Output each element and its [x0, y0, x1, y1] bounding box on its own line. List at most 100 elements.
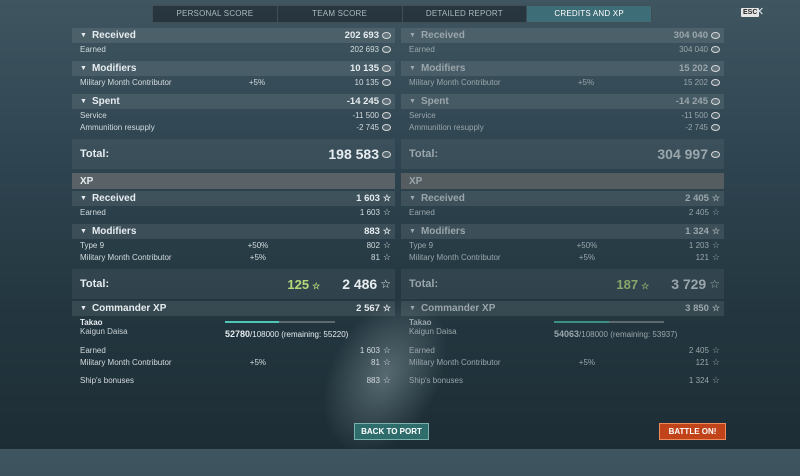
xp-star-icon: ☆ — [711, 239, 720, 250]
xp-star-icon: ☆ — [382, 226, 391, 236]
xp-star-icon: ☆ — [382, 356, 391, 367]
collapse-triangle-icon: ▼ — [80, 98, 87, 105]
xp-received-header[interactable]: ▼ Received 2 405 ☆ — [401, 191, 724, 206]
battle-button[interactable]: BATTLE ON! — [659, 423, 726, 440]
service-row: Service -11 500 — [72, 109, 395, 121]
tab-team-score[interactable]: TEAM SCORE — [278, 6, 403, 22]
commander-xp-header[interactable]: ▼ Commander XP 3 850 ☆ — [401, 301, 724, 316]
ammo-row: Ammunition resupply -2 745 — [72, 121, 395, 133]
earned-row: Earned 304 040 — [401, 43, 724, 55]
credits-icon — [711, 45, 720, 53]
xp-star-icon: ☆ — [711, 206, 720, 217]
xp-earned-row: Earned 1 603 ☆ — [80, 206, 391, 217]
xp-star-icon: ☆ — [711, 303, 720, 313]
cmd-mmc-row: Military Month Contributor +5% 81 ☆ — [80, 356, 391, 367]
credits-icon — [711, 65, 720, 72]
xp-total: Total: 125 ☆ 2 486 ☆ — [72, 269, 395, 299]
commander-xp-progress — [225, 321, 335, 323]
commander-xp-numbers: 54063/108000 (remaining: 53937) — [554, 329, 678, 339]
back-to-port-button[interactable]: BACK TO PORT — [354, 423, 429, 440]
xp-star-icon: ☆ — [382, 374, 391, 385]
xp-star-icon: ☆ — [382, 251, 391, 262]
xp-star-icon: ☆ — [382, 344, 391, 355]
credits-xp-panel-premium: ▼ Received 304 040 Earned 304 040 ▼ Modifier… — [401, 28, 724, 386]
credits-received-header[interactable]: ▼ Received 202 693 — [72, 28, 395, 43]
credits-icon — [382, 45, 391, 53]
credits-total: Total: 198 583 — [72, 139, 395, 169]
xp-star-icon: ☆ — [382, 239, 391, 250]
xp-star-icon: ☆ — [382, 303, 391, 313]
type9-row: Type 9 +50% 1 203 ☆ — [409, 239, 720, 250]
credits-icon — [711, 150, 720, 158]
xp-star-icon: ☆ — [711, 356, 720, 367]
xp-earned-row: Earned 2 405 ☆ — [409, 206, 720, 217]
tab-bar: PERSONAL SCORE TEAM SCORE DETAILED REPOR… — [152, 5, 652, 23]
xp-star-icon: ☆ — [711, 374, 720, 385]
commander-xp-header[interactable]: ▼ Commander XP 2 567 ☆ — [72, 301, 395, 316]
cmd-earned-row: Earned 2 405 ☆ — [409, 344, 720, 355]
commander-card: Takao Kaigun Daisa 52780/108000 (remainin… — [72, 316, 395, 344]
xp-star-icon: ☆ — [709, 277, 720, 291]
free-xp-star-icon: ☆ — [641, 280, 650, 291]
collapse-triangle-icon: ▼ — [409, 98, 416, 105]
xp-star-icon: ☆ — [711, 344, 720, 355]
xp-star-icon: ☆ — [380, 277, 391, 291]
credits-spent-header[interactable]: ▼ Spent -14 245 — [72, 94, 395, 109]
modifier-row: Military Month Contributor +5% 10 135 — [72, 76, 395, 88]
collapse-triangle-icon: ▼ — [80, 65, 87, 72]
commander-card: Takao Kaigun Daisa 54063/108000 (remainin… — [401, 316, 724, 344]
credits-modifiers-header[interactable]: ▼ Modifiers 15 202 — [401, 61, 724, 76]
xp-section-title: XP — [72, 173, 395, 189]
credits-icon — [711, 98, 720, 105]
xp-mmc-row: Military Month Contributor +5% 81 ☆ — [80, 251, 391, 262]
cmd-mmc-row: Military Month Contributor +5% 121 ☆ — [409, 356, 720, 367]
collapse-triangle-icon: ▼ — [409, 195, 416, 202]
credits-icon — [382, 98, 391, 105]
credits-received-header[interactable]: ▼ Received 304 040 — [401, 28, 724, 43]
credits-icon — [382, 123, 391, 131]
collapse-triangle-icon: ▼ — [80, 32, 87, 39]
xp-star-icon: ☆ — [382, 206, 391, 217]
credits-spent-header[interactable]: ▼ Spent -14 245 — [401, 94, 724, 109]
credits-icon — [382, 78, 391, 86]
collapse-triangle-icon: ▼ — [80, 228, 87, 235]
free-xp-star-icon: ☆ — [312, 280, 321, 291]
service-row: Service -11 500 — [401, 109, 724, 121]
modifier-row: Military Month Contributor +5% 15 202 — [401, 76, 724, 88]
credits-icon — [711, 111, 720, 119]
xp-star-icon: ☆ — [711, 193, 720, 203]
collapse-triangle-icon: ▼ — [409, 32, 416, 39]
credits-icon — [382, 32, 391, 39]
xp-modifiers-header[interactable]: ▼ Modifiers 883 ☆ — [72, 224, 395, 239]
type9-row: Type 9 +50% 802 ☆ — [80, 239, 391, 250]
xp-received-header[interactable]: ▼ Received 1 603 ☆ — [72, 191, 395, 206]
credits-icon — [382, 150, 391, 158]
xp-modifiers-header[interactable]: ▼ Modifiers 1 324 ☆ — [401, 224, 724, 239]
credits-modifiers-header[interactable]: ▼ Modifiers 10 135 — [72, 61, 395, 76]
tab-credits-and-xp[interactable]: CREDITS AND XP — [527, 6, 651, 22]
collapse-triangle-icon: ▼ — [409, 305, 416, 312]
xp-mmc-row: Military Month Contributor +5% 121 ☆ — [409, 251, 720, 262]
credits-icon — [711, 123, 720, 131]
ship-bonus-row: Ship's bonuses 1 324 ☆ — [409, 374, 720, 385]
tab-personal-score[interactable]: PERSONAL SCORE — [153, 6, 278, 22]
xp-star-icon: ☆ — [711, 251, 720, 262]
credits-total: Total: 304 997 — [401, 139, 724, 169]
free-xp-value: 187 ☆ — [616, 276, 650, 292]
free-xp-value: 125 ☆ — [287, 276, 321, 292]
credits-icon — [711, 78, 720, 86]
credits-xp-panel-actual: ▼ Received 202 693 Earned 202 693 ▼ Modifier… — [72, 28, 395, 386]
tab-detailed-report[interactable]: DETAILED REPORT — [403, 6, 528, 22]
xp-star-icon: ☆ — [711, 226, 720, 236]
ammo-row: Ammunition resupply -2 745 — [401, 121, 724, 133]
collapse-triangle-icon: ▼ — [409, 228, 416, 235]
xp-star-icon: ☆ — [382, 193, 391, 203]
xp-section-title: XP — [401, 173, 724, 189]
credits-icon — [711, 32, 720, 39]
cmd-earned-row: Earned 1 603 ☆ — [80, 344, 391, 355]
collapse-triangle-icon: ▼ — [80, 305, 87, 312]
close-icon[interactable]: × — [755, 3, 764, 21]
ship-bonus-row: Ship's bonuses 883 ☆ — [80, 374, 391, 385]
credits-icon — [382, 65, 391, 72]
collapse-triangle-icon: ▼ — [80, 195, 87, 202]
